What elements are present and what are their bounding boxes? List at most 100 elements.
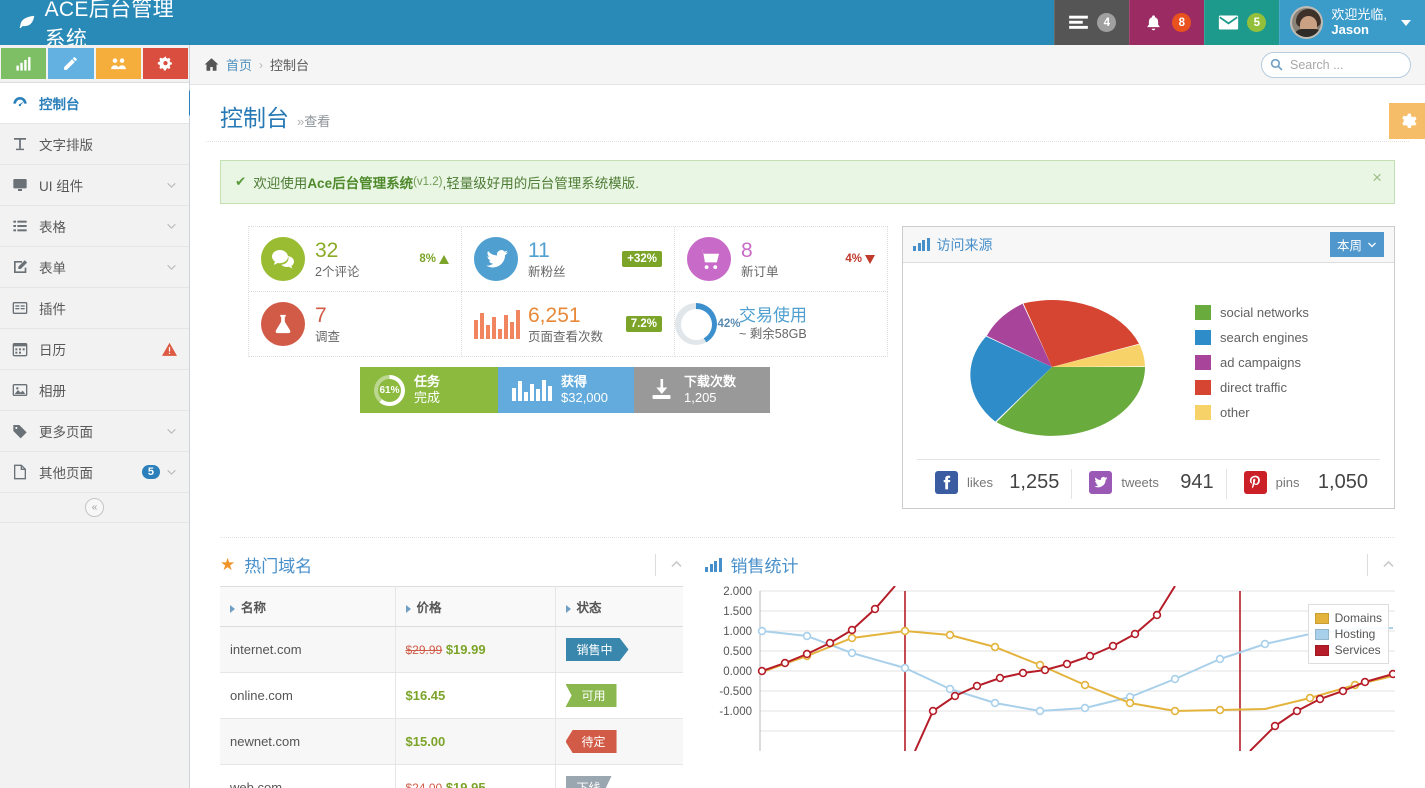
tile-subtitle: 1,205 — [684, 390, 717, 405]
col-name[interactable]: 名称 — [220, 587, 395, 627]
stat-orders[interactable]: 8 新订单 4% — [675, 227, 888, 292]
search-input[interactable] — [1261, 52, 1411, 78]
cogs-icon — [157, 55, 174, 72]
cell-price: $24.00 $19.95 — [395, 765, 555, 788]
breadcrumb-home[interactable]: 首页 — [226, 55, 252, 74]
sidebar-item-dashboard[interactable]: 控制台 — [0, 83, 189, 124]
sidebar-collapse-button[interactable]: « — [85, 498, 104, 517]
svg-text:-0.500: -0.500 — [719, 686, 752, 698]
sidebar-badge: 5 — [142, 465, 160, 479]
calendar-icon — [12, 341, 34, 357]
stat-text: 6,251 页面查看次数 — [528, 303, 603, 346]
close-icon[interactable]: × — [1372, 169, 1382, 186]
legend-label: Services — [1335, 643, 1381, 657]
legend-item: ad campaigns — [1195, 355, 1309, 370]
stat-followers[interactable]: 11 新粉丝 +32% — [462, 227, 675, 292]
download-icon — [648, 377, 675, 404]
home-icon[interactable] — [204, 57, 219, 72]
pencil-icon — [62, 55, 79, 72]
page-title: 控制台 — [220, 99, 289, 133]
sidebar-label: 更多页面 — [39, 421, 166, 441]
legend-label: direct traffic — [1220, 380, 1287, 395]
social-pinterest[interactable]: pins 1,050 — [1226, 471, 1380, 494]
sales-section: 销售统计 2.000 1.500 1.000 0.500 0.000 — [705, 552, 1395, 788]
tile-text: 任务 完成 — [414, 374, 440, 405]
sidebar-label: 控制台 — [39, 93, 177, 113]
chevron-up-icon[interactable] — [670, 558, 683, 571]
stat-value: 8 — [741, 239, 753, 262]
domains-table-head: 名称 价格 状态 — [220, 587, 683, 627]
nav-notifications[interactable]: 8 — [1129, 0, 1204, 45]
sidebar-item-tables[interactable]: 表格 — [0, 206, 189, 247]
shortcut-group[interactable] — [96, 48, 141, 79]
sidebar-item-ui-components[interactable]: UI 组件 — [0, 165, 189, 206]
nav-user-menu[interactable]: 欢迎光临, Jason — [1279, 0, 1425, 45]
breadcrumb-separator: › — [259, 58, 263, 72]
sidebar-item-gallery[interactable]: 相册 — [0, 370, 189, 411]
user-greeting: 欢迎光临, — [1331, 7, 1387, 22]
table-row[interactable]: newnet.com $15.00 待定 — [220, 719, 683, 765]
social-twitter[interactable]: tweets 941 — [1071, 471, 1225, 494]
tasks-icon — [1068, 14, 1089, 31]
table-row[interactable]: internet.com $29.99 $19.99 销售中 — [220, 627, 683, 673]
sales-tools — [1367, 554, 1395, 576]
period-dropdown[interactable]: 本周 — [1330, 232, 1384, 257]
sidebar-item-calendar[interactable]: 日历 — [0, 329, 189, 370]
social-label: tweets — [1121, 475, 1159, 490]
sidebar-shortcuts — [0, 45, 189, 83]
messages-badge: 5 — [1247, 13, 1266, 32]
edit-icon — [12, 259, 34, 275]
stat-traffic-usage[interactable]: 42% 交易使用 ~ 剩余58GB — [675, 292, 888, 357]
plugin-icon — [12, 300, 34, 316]
tile-text: 获得 $32,000 — [561, 374, 608, 405]
table-row[interactable]: web.com $24.00 $19.95 下线 — [220, 765, 683, 788]
sidebar-item-plugins[interactable]: 插件 — [0, 288, 189, 329]
legend-swatch — [1195, 405, 1211, 420]
traffic-title-text: 访问来源 — [937, 235, 993, 255]
tile-downloads[interactable]: 下载次数 1,205 — [634, 367, 770, 413]
sidebar-label: 表格 — [39, 216, 166, 236]
social-label: pins — [1276, 475, 1300, 490]
cell-status: 可用 — [555, 673, 683, 719]
domains-section: ★ 热门域名 名称 价格 状态 — [220, 552, 683, 788]
sidebar-item-more-pages[interactable]: 更多页面 — [0, 411, 189, 452]
navbar-spacer — [190, 0, 1054, 45]
nav-tasks[interactable]: 4 — [1054, 0, 1129, 45]
col-status[interactable]: 状态 — [555, 587, 683, 627]
traffic-column: 访问来源 本周 — [902, 226, 1395, 509]
stat-surveys[interactable]: 7 调查 — [249, 292, 462, 357]
domains-table: 名称 价格 状态 internet.com $29.99 $19.99 销售中 … — [220, 586, 683, 788]
social-value: 1,255 — [1009, 471, 1071, 494]
donut-icon: 42% — [687, 303, 729, 345]
shortcut-cogs[interactable] — [143, 48, 188, 79]
breadcrumb: 首页 › 控制台 — [204, 55, 309, 74]
svg-text:0.500: 0.500 — [723, 646, 752, 658]
settings-button[interactable] — [1389, 103, 1425, 139]
stat-pageviews[interactable]: 6,251 页面查看次数 7.2% — [462, 292, 675, 357]
stat-comments[interactable]: 32 2个评论 8% — [249, 227, 462, 292]
envelope-icon — [1218, 14, 1239, 31]
app-root: ACE后台管理系统 4 8 5 欢迎光临, Jason — [0, 0, 1425, 788]
sidebar-item-other-pages[interactable]: 其他页面 5 — [0, 452, 189, 493]
stat-delta-value: 7.2% — [626, 316, 662, 332]
sales-chart: 2.000 1.500 1.000 0.500 0.000 -0.500 -1.… — [705, 586, 1395, 754]
social-facebook[interactable]: likes 1,255 — [917, 471, 1071, 494]
file-icon — [12, 464, 34, 480]
tile-earnings[interactable]: 获得 $32,000 — [498, 367, 634, 413]
status-badge: 可用 — [566, 684, 617, 707]
col-price[interactable]: 价格 — [395, 587, 555, 627]
chevron-up-icon[interactable] — [1382, 558, 1395, 571]
group-icon — [110, 55, 127, 72]
typography-icon — [12, 136, 34, 152]
brand-logo[interactable]: ACE后台管理系统 — [0, 0, 190, 45]
page-subtitle: »查看 — [297, 111, 330, 130]
alert-suffix: ,轻量级好用的后台管理系统模版. — [442, 172, 639, 192]
nav-messages[interactable]: 5 — [1204, 0, 1279, 45]
tile-tasks[interactable]: 61% 任务 完成 — [360, 367, 498, 413]
sidebar-item-typography[interactable]: 文字排版 — [0, 124, 189, 165]
table-row[interactable]: online.com $16.45 可用 — [220, 673, 683, 719]
shortcut-edit[interactable] — [48, 48, 93, 79]
domains-title: ★ 热门域名 — [220, 552, 312, 577]
shortcut-chart[interactable] — [1, 48, 46, 79]
sidebar-item-forms[interactable]: 表单 — [0, 247, 189, 288]
